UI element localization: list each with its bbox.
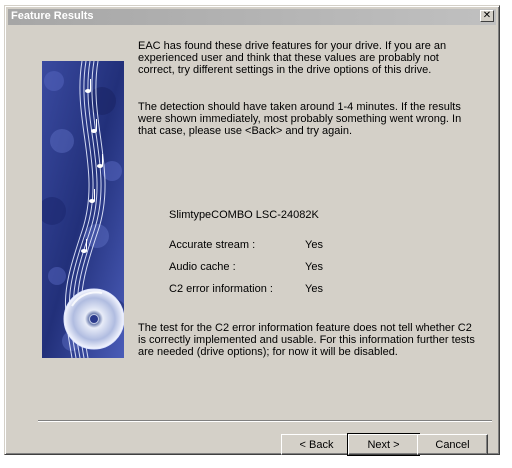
cancel-button[interactable]: Cancel [417,434,488,455]
close-icon: ✕ [482,10,492,21]
music-cd-illustration-icon [42,61,124,358]
detection-text: The detection should have taken around 1… [138,101,462,137]
feature-label: Accurate stream : [169,239,256,251]
feature-label: Audio cache : [169,261,236,273]
button-separator [38,420,492,422]
feature-results-dialog: Feature Results ✕ EAC has found these dr… [4,5,500,456]
drive-name: SlimtypeCOMBO LSC-24082K [169,209,319,221]
banner-image [42,61,124,358]
back-button[interactable]: < Back [281,434,352,455]
dialog-title: Feature Results [11,10,94,22]
feature-label: C2 error information : [169,283,273,295]
feature-value: Yes [305,261,323,273]
intro-text: EAC has found these drive features for y… [138,40,447,76]
close-button[interactable]: ✕ [480,10,494,22]
feature-value: Yes [305,283,323,295]
feature-value: Yes [305,239,323,251]
c2-note-text: The test for the C2 error information fe… [138,322,475,358]
next-button[interactable]: Next > [347,433,420,456]
title-bar: Feature Results ✕ [8,9,496,25]
